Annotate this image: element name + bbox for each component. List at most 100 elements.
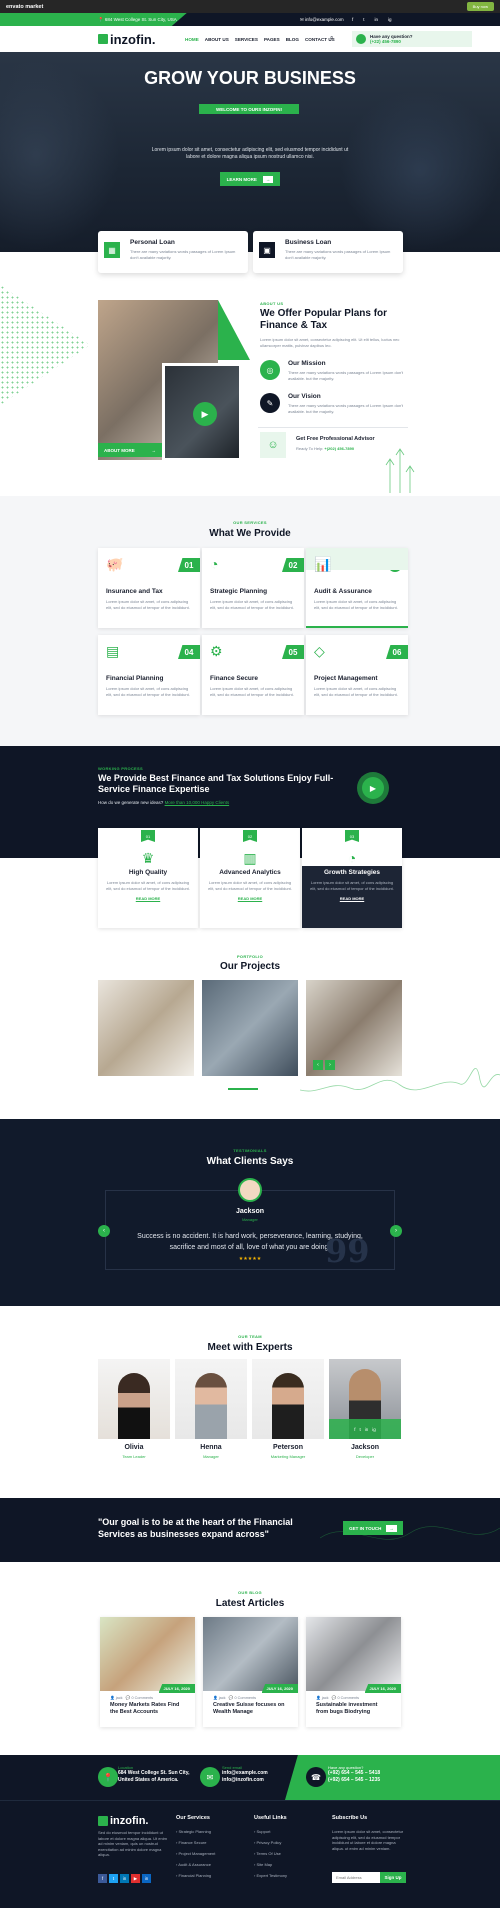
linkedin-icon[interactable]: in [375, 17, 379, 22]
process-card[interactable]: 02 ▥ Advanced Analytics Lorem ipsum dolor s… [200, 828, 300, 928]
expert-name: Olivia [124, 1444, 144, 1451]
advisor-phone[interactable]: +(202) 456-7890 [324, 446, 354, 451]
personal-loan-card[interactable]: ▦ Personal Loan There are many variation… [98, 231, 248, 273]
top-email[interactable]: ✉ info@example.com [300, 17, 344, 23]
blog-label: OUR BLOG [238, 1590, 262, 1595]
envato-logo[interactable]: envato market [6, 4, 43, 10]
linkedin-icon[interactable]: in [365, 1427, 369, 1432]
logo-text: inzofin. [110, 31, 156, 47]
calendar-icon: ▦ [104, 242, 120, 258]
phone-icon: ☎ [306, 1767, 326, 1787]
next-arrow-icon[interactable]: › [390, 1225, 402, 1237]
twitter-icon[interactable]: t [359, 1427, 360, 1432]
footer-logo-text: inzofin. [110, 1815, 149, 1827]
expert-figure [195, 1373, 227, 1439]
service-text: Lorem ipsum dolor sit amet, of cons adip… [210, 599, 294, 610]
read-more-link[interactable]: READ MORE [200, 896, 300, 901]
about-more-label: ABOUT MORE [104, 447, 135, 453]
footer-logo[interactable]: inzofin. [98, 1815, 149, 1827]
article-card[interactable]: JULY 16, 2020 👤 jack 💬 0 Comments Money Ma… [100, 1617, 195, 1727]
business-loan-card[interactable]: ▣ Business Loan There are many variation… [253, 231, 403, 273]
youtube-icon[interactable]: ▶ [131, 1874, 140, 1883]
nav-blog[interactable]: BLOG [286, 37, 299, 42]
expert-photo[interactable]: f t in ig [329, 1359, 401, 1439]
article-image [203, 1617, 298, 1691]
services-label: OUR SERVICES [233, 520, 267, 525]
projects-label: PORTFOLIO [236, 954, 264, 959]
footer-link[interactable]: › Privacy Policy [254, 1840, 287, 1845]
project-image-1[interactable] [98, 980, 194, 1076]
prev-arrow-icon[interactable]: ‹ [98, 1225, 110, 1237]
service-card-active[interactable]: +📊Audit & AssuranceLorem ipsum dolor sit… [306, 548, 408, 628]
footer-phone: Have any question? (+92) 654 – 545 – 5418… [328, 1765, 380, 1784]
phone-1[interactable]: (+92) 654 – 545 – 5418 [328, 1770, 380, 1777]
happy-clients-link[interactable]: More than 10,000 Happy Clients [165, 800, 230, 805]
article-date: JULY 16, 2020 [261, 1684, 298, 1693]
carousel-indicator[interactable] [228, 1088, 258, 1090]
loan-title: Personal Loan [130, 239, 175, 246]
play-video-button[interactable]: ▶ [193, 402, 217, 426]
sign-up-button[interactable]: Sign Up [380, 1872, 406, 1883]
footer-link[interactable]: › Support [254, 1829, 287, 1834]
learn-more-button[interactable]: LEARN MORE → [220, 172, 280, 186]
learn-more-label: LEARN MORE [226, 176, 257, 182]
facebook-icon[interactable]: f [352, 17, 353, 22]
email-input[interactable] [332, 1872, 380, 1883]
footer-link[interactable]: › Project Management [176, 1851, 215, 1856]
footer-link[interactable]: › Audit & Assurance [176, 1862, 215, 1867]
facebook-icon[interactable]: f [354, 1427, 355, 1432]
project-image-2[interactable] [202, 980, 298, 1076]
service-title: Financial Planning [106, 675, 164, 682]
testimonial-label: TESTIMONIALS [233, 1148, 267, 1153]
process-card-active[interactable]: 03 ◔ Growth Strategies Lorem ipsum dolor si… [302, 828, 402, 928]
avatar [238, 1178, 262, 1202]
linkedin-icon[interactable]: in [120, 1874, 129, 1883]
footer-link[interactable]: › Site Map [254, 1862, 287, 1867]
facebook-icon[interactable]: f [98, 1874, 107, 1883]
nav-home[interactable]: HOME [185, 37, 199, 42]
read-more-link[interactable]: READ MORE [98, 896, 198, 901]
read-more-link[interactable]: READ MORE [302, 896, 402, 901]
hero-pill: WELCOME TO OURS INZOFIN! [199, 104, 299, 114]
service-title: Strategic Planning [210, 588, 268, 595]
article-card[interactable]: JULY 16, 2020 👤 jack 💬 0 Comments Sustaina… [306, 1617, 401, 1727]
footer-link[interactable]: › Financial Planning [176, 1873, 215, 1878]
header-phone[interactable]: (+22) 456-7890 [370, 39, 413, 44]
service-text: Lorem ipsum dolor sit amet, of cons adip… [314, 686, 398, 697]
cta-quote: "Our goal is to be at the heart of the F… [98, 1517, 293, 1539]
footer-link[interactable]: › Strategic Planning [176, 1829, 215, 1834]
instagram-icon[interactable]: ig [372, 1427, 376, 1432]
site-logo[interactable]: inzofin. [98, 32, 156, 47]
growth-arrows-decoration [385, 448, 415, 493]
client-name: Jackson [235, 1208, 265, 1215]
service-card[interactable]: 01 🐖 Insurance and Tax Lorem ipsum dolor si… [98, 548, 200, 628]
process-card[interactable]: 01 ♛ High Quality Lorem ipsum dolor sit ame… [98, 828, 198, 928]
nav-pages[interactable]: PAGES [264, 37, 280, 42]
nav-about[interactable]: ABOUT US [205, 37, 229, 42]
service-card[interactable]: 02 ◔ Strategic Planning Lorem ipsum dolor s… [202, 548, 304, 628]
loan-text: There are many variations words passages… [130, 249, 236, 260]
process-play-button[interactable]: ▶ [357, 772, 389, 804]
footer-link[interactable]: › Expert Testimony [254, 1873, 287, 1878]
twitter-icon[interactable]: t [109, 1874, 118, 1883]
linkedin-icon[interactable]: in [142, 1874, 151, 1883]
expert-photo[interactable] [175, 1359, 247, 1439]
expert-name: Peterson [273, 1444, 303, 1451]
service-card[interactable]: 05 ⚙ Finance Secure Lorem ipsum dolor sit a… [202, 635, 304, 715]
service-card[interactable]: 06 ◇ Project Management Lorem ipsum dolor s… [306, 635, 408, 715]
phone-2[interactable]: (+92) 654 – 545 – 1235 [328, 1777, 380, 1784]
buy-now-button[interactable]: Buy now [466, 2, 494, 11]
twitter-icon[interactable]: t [363, 17, 364, 22]
expert-photo[interactable] [98, 1359, 170, 1439]
footer-link[interactable]: › Terms Of Use [254, 1851, 287, 1856]
article-card[interactable]: JULY 16, 2020 👤 jack 💬 0 Comments Creative… [203, 1617, 298, 1727]
footer-link[interactable]: › Finance Secure [176, 1840, 215, 1845]
instagram-icon[interactable]: ig [388, 17, 392, 22]
email-1[interactable]: info@example.com [222, 1770, 268, 1777]
nav-services[interactable]: SERVICES [235, 37, 258, 42]
about-more-button[interactable]: ABOUT MORE → [98, 443, 162, 457]
search-icon[interactable]: ⌕ [330, 35, 333, 42]
expert-photo[interactable] [252, 1359, 324, 1439]
email-2[interactable]: info@inzofin.com [222, 1777, 268, 1784]
service-card[interactable]: 04 ▤ Financial Planning Lorem ipsum dolor s… [98, 635, 200, 715]
